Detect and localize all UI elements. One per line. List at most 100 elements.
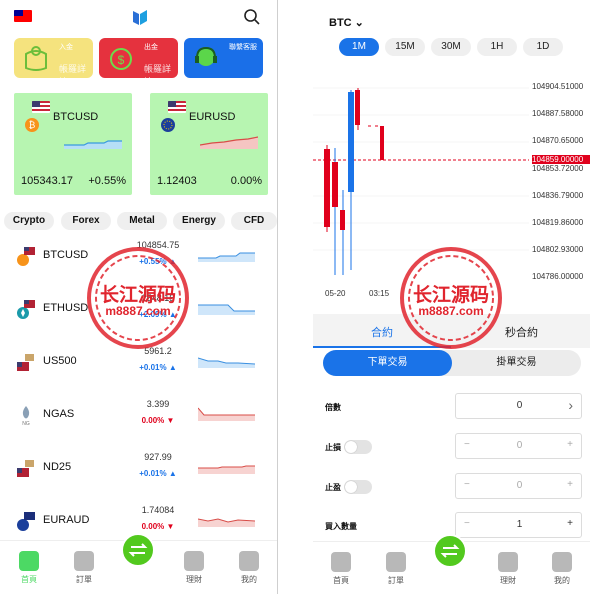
tab-finance[interactable]: 理財 <box>488 552 528 586</box>
tab-home-label: 首頁 <box>21 575 37 584</box>
stop-loss-stepper[interactable]: − 0 + <box>455 433 582 459</box>
withdraw-button[interactable]: $ 出金 帳羅詳情 <box>99 38 178 78</box>
swap-icon <box>128 543 148 557</box>
trade-fab-button[interactable] <box>121 533 155 567</box>
timeframe-1h[interactable]: 1H <box>477 38 517 56</box>
tab-profile[interactable]: 我的 <box>542 552 582 586</box>
withdraw-sub: 帳羅詳情 <box>144 64 172 78</box>
timeframe-1d[interactable]: 1D <box>523 38 563 56</box>
card-sparkline <box>200 136 258 149</box>
tab-finance-label: 理財 <box>500 576 516 585</box>
market-row[interactable]: US500 5961.2 +0.01% ▲ <box>0 340 277 393</box>
row-symbol: ETHUSD <box>43 302 89 314</box>
take-profit-value: 0 <box>516 480 523 491</box>
plus-icon[interactable]: + <box>567 479 573 490</box>
stop-loss-value: 0 <box>516 440 523 451</box>
card-symbol: EURUSD <box>189 111 236 123</box>
tab-contract[interactable]: 合約 <box>371 324 393 340</box>
search-icon[interactable] <box>243 8 261 26</box>
order-type-tabs: 下單交易 掛單交易 <box>323 350 581 376</box>
price-axis-label: 104853.72000 <box>532 164 584 173</box>
screen-divider <box>277 0 313 594</box>
withdraw-icon: $ <box>110 48 132 70</box>
take-profit-toggle[interactable] <box>344 480 372 494</box>
category-forex[interactable]: Forex <box>61 212 111 230</box>
time-axis-label: 03:15 <box>369 289 390 298</box>
eurusd-card[interactable]: EURUSD 1.12403 0.00% <box>150 93 268 195</box>
timeframe-15m[interactable]: 15M <box>385 38 425 56</box>
active-tab-indicator <box>313 346 451 348</box>
row-symbol: NGAS <box>43 408 75 420</box>
tab-profile-label: 我的 <box>241 575 257 584</box>
row-price: 2548.15 <box>141 293 175 303</box>
btcusd-card[interactable]: ₿ BTCUSD 105343.17 +0.55% <box>14 93 132 195</box>
card-change: 0.00% <box>230 175 262 187</box>
finance-icon <box>184 551 204 571</box>
home-icon <box>331 552 351 572</box>
contract-tabs: 合約 秒合約 <box>313 314 590 348</box>
row-sparkline <box>198 304 255 315</box>
chevron-right-icon: › <box>568 397 573 413</box>
candlestick-chart[interactable] <box>313 70 529 280</box>
row-sparkline <box>198 252 255 262</box>
deposit-label: 入金 <box>59 44 73 51</box>
finance-icon <box>498 552 518 572</box>
market-row[interactable]: NG NGAS 3.399 0.00% ▼ <box>0 393 277 446</box>
home-header <box>0 0 277 34</box>
tab-profile[interactable]: 我的 <box>229 551 269 585</box>
market-row[interactable]: BTCUSD 104854.75 +0.55% ▲ <box>0 234 277 287</box>
tab-profile-label: 我的 <box>554 576 570 585</box>
tab-second-contract[interactable]: 秒合約 <box>505 324 538 340</box>
tab-home[interactable]: 首頁 <box>9 551 49 585</box>
symbol-label: BTC <box>329 17 352 29</box>
plus-icon[interactable]: + <box>567 439 573 450</box>
trade-fab-button[interactable] <box>433 534 467 568</box>
price-axis-label: 104887.58000 <box>532 109 584 118</box>
tab-orders[interactable]: 訂單 <box>64 551 104 585</box>
row-change: +0.01% ▲ <box>139 363 177 372</box>
quantity-label: 買入數量 <box>325 522 357 531</box>
ethereum-icon <box>17 300 35 319</box>
stop-loss-toggle[interactable] <box>344 440 372 454</box>
row-price: 927.99 <box>144 452 172 462</box>
eu-flag-icon <box>17 512 35 531</box>
take-profit-stepper[interactable]: − 0 + <box>455 473 582 499</box>
tab-finance[interactable]: 理財 <box>174 551 214 585</box>
withdraw-label: 出金 <box>144 44 158 51</box>
plus-icon[interactable]: + <box>567 518 573 529</box>
category-energy[interactable]: Energy <box>173 212 225 230</box>
tab-finance-label: 理財 <box>186 575 202 584</box>
home-screen: 入金 帳羅詳情 $ 出金 帳羅詳情 聯繫客服 ₿ BTCUSD 105343.1… <box>0 0 277 594</box>
category-cfd[interactable]: CFD <box>231 212 277 230</box>
customer-service-button[interactable]: 聯繫客服 <box>184 38 263 78</box>
category-tabs: Crypto Forex Metal Energy CFD <box>0 210 277 232</box>
taiwan-flag-icon[interactable] <box>14 10 32 22</box>
leverage-select[interactable]: 0 › <box>455 393 582 419</box>
leverage-label: 倍數 <box>325 403 341 412</box>
customer-service-label: 聯繫客服 <box>229 44 257 51</box>
row-symbol: EURAUD <box>43 514 90 526</box>
market-row[interactable]: ETHUSD 2548.15 +2.09% ▲ <box>0 287 277 340</box>
chevron-down-icon: ⌄ <box>351 17 364 29</box>
quantity-stepper[interactable]: − 1 + <box>455 512 582 538</box>
row-change: 0.00% ▼ <box>141 522 175 531</box>
stop-loss-label: 止損 <box>325 443 341 452</box>
tab-limit-order[interactable]: 掛單交易 <box>452 350 581 376</box>
tab-market-order[interactable]: 下單交易 <box>323 350 452 376</box>
deposit-button[interactable]: 入金 帳羅詳情 <box>14 38 93 78</box>
category-crypto[interactable]: Crypto <box>4 212 54 230</box>
timeframe-30m[interactable]: 30M <box>431 38 471 56</box>
symbol-selector[interactable]: BTC ⌄ <box>329 16 364 29</box>
tab-orders[interactable]: 訂單 <box>376 552 416 586</box>
row-symbol: US500 <box>43 355 77 367</box>
category-metal[interactable]: Metal <box>117 212 167 230</box>
market-row[interactable]: ND25 927.99 +0.01% ▲ <box>0 446 277 499</box>
eu-flag-icon <box>161 118 175 132</box>
row-sparkline <box>198 357 255 368</box>
timeframe-1m[interactable]: 1M <box>339 38 379 56</box>
us-flag-icon <box>17 354 34 371</box>
row-price: 1.74084 <box>141 505 175 515</box>
svg-text:$: $ <box>118 53 125 67</box>
tab-home[interactable]: 首頁 <box>321 552 361 586</box>
watermark-text: 长江源码 <box>412 285 489 306</box>
